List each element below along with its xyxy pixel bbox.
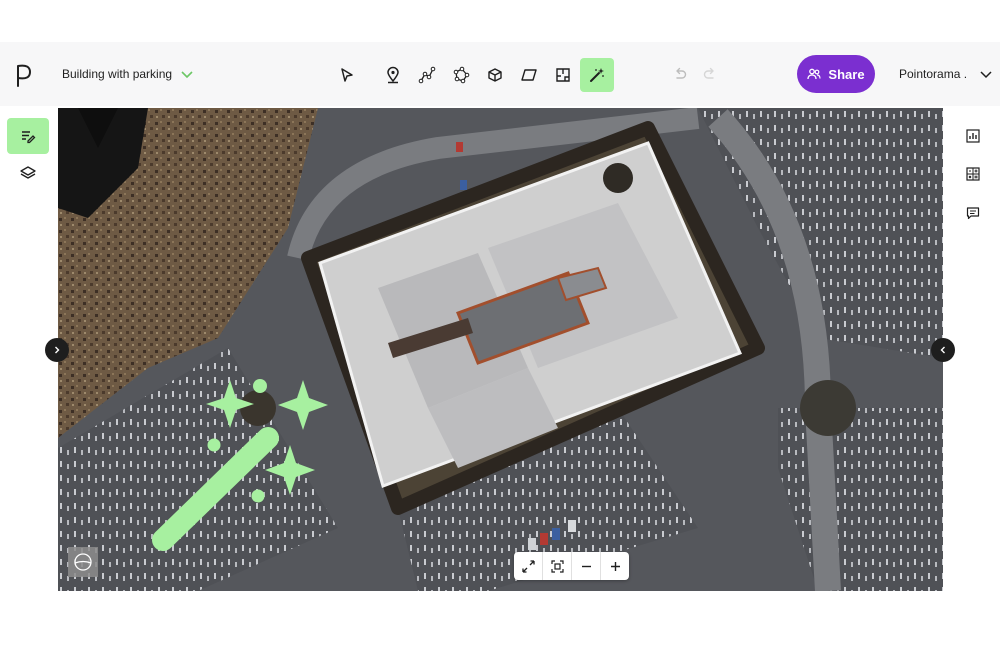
project-selector[interactable]: Building with parking: [62, 67, 194, 81]
chevron-right-icon: [55, 346, 60, 354]
account-name: Pointorama .: [899, 67, 968, 81]
expand-left-panel-button[interactable]: [45, 338, 69, 362]
globe-orientation-icon: [74, 553, 92, 571]
polyline-tool-button[interactable]: [410, 58, 444, 92]
layers-panel-button[interactable]: [7, 155, 49, 191]
undo-icon: [676, 67, 687, 79]
measurements-button[interactable]: [962, 163, 984, 185]
fullscreen-button[interactable]: [514, 552, 543, 580]
share-button[interactable]: Share: [797, 55, 875, 93]
zoom-out-icon: [581, 565, 591, 567]
annotations-panel-button[interactable]: [7, 118, 49, 154]
cube-icon: [488, 68, 502, 82]
plane-icon: [521, 69, 537, 81]
polygon-icon: [453, 66, 470, 84]
chevron-left-icon: [940, 346, 945, 354]
history-controls: [672, 66, 718, 87]
fit-to-view-button[interactable]: [543, 552, 572, 580]
fullscreen-icon: [521, 559, 535, 573]
comments-button[interactable]: [962, 202, 984, 224]
account-menu[interactable]: Pointorama .: [899, 67, 993, 81]
calculator-icon: [966, 167, 980, 181]
layers-icon: [20, 166, 36, 179]
redo-button[interactable]: [702, 66, 718, 87]
plane-tool-button[interactable]: [512, 58, 546, 92]
expand-right-panel-button[interactable]: [931, 338, 955, 362]
floor-plan-tool-button[interactable]: [546, 58, 580, 92]
undo-button[interactable]: [672, 66, 688, 87]
zoom-in-button[interactable]: [601, 552, 629, 580]
users-icon: [807, 68, 822, 80]
share-label: Share: [828, 66, 865, 82]
magic-wand-tool-button[interactable]: [580, 58, 614, 92]
polygon-tool-button[interactable]: [444, 58, 478, 92]
orientation-gizmo[interactable]: [68, 547, 98, 577]
floor-plan-icon: [556, 68, 570, 82]
point-cloud-viewport[interactable]: [58, 108, 943, 591]
fit-to-view-icon: [550, 559, 564, 573]
chevron-down-icon: [180, 67, 194, 81]
top-bar: Building with parking Share Pointorama .: [0, 42, 1000, 106]
select-tool-button[interactable]: [330, 58, 364, 92]
map-pin-icon: [387, 66, 399, 84]
redo-icon: [703, 67, 714, 79]
viewport-controls: [514, 552, 629, 580]
tool-bar: [330, 58, 614, 92]
comment-icon: [966, 207, 980, 220]
select-arrow-icon: [341, 68, 353, 82]
box-tool-button[interactable]: [478, 58, 512, 92]
notes-edit-icon: [22, 131, 36, 144]
magic-wand-icon: [590, 68, 604, 82]
zoom-in-icon: [610, 561, 620, 571]
polyline-icon: [418, 66, 436, 84]
point-tool-button[interactable]: [376, 58, 410, 92]
point-cloud-render: [58, 108, 943, 591]
project-name: Building with parking: [62, 67, 173, 81]
chevron-down-icon: [980, 71, 992, 79]
bar-chart-icon: [966, 129, 980, 143]
statistics-button[interactable]: [962, 125, 984, 147]
pointorama-logo[interactable]: [12, 62, 36, 88]
zoom-out-button[interactable]: [572, 552, 601, 580]
